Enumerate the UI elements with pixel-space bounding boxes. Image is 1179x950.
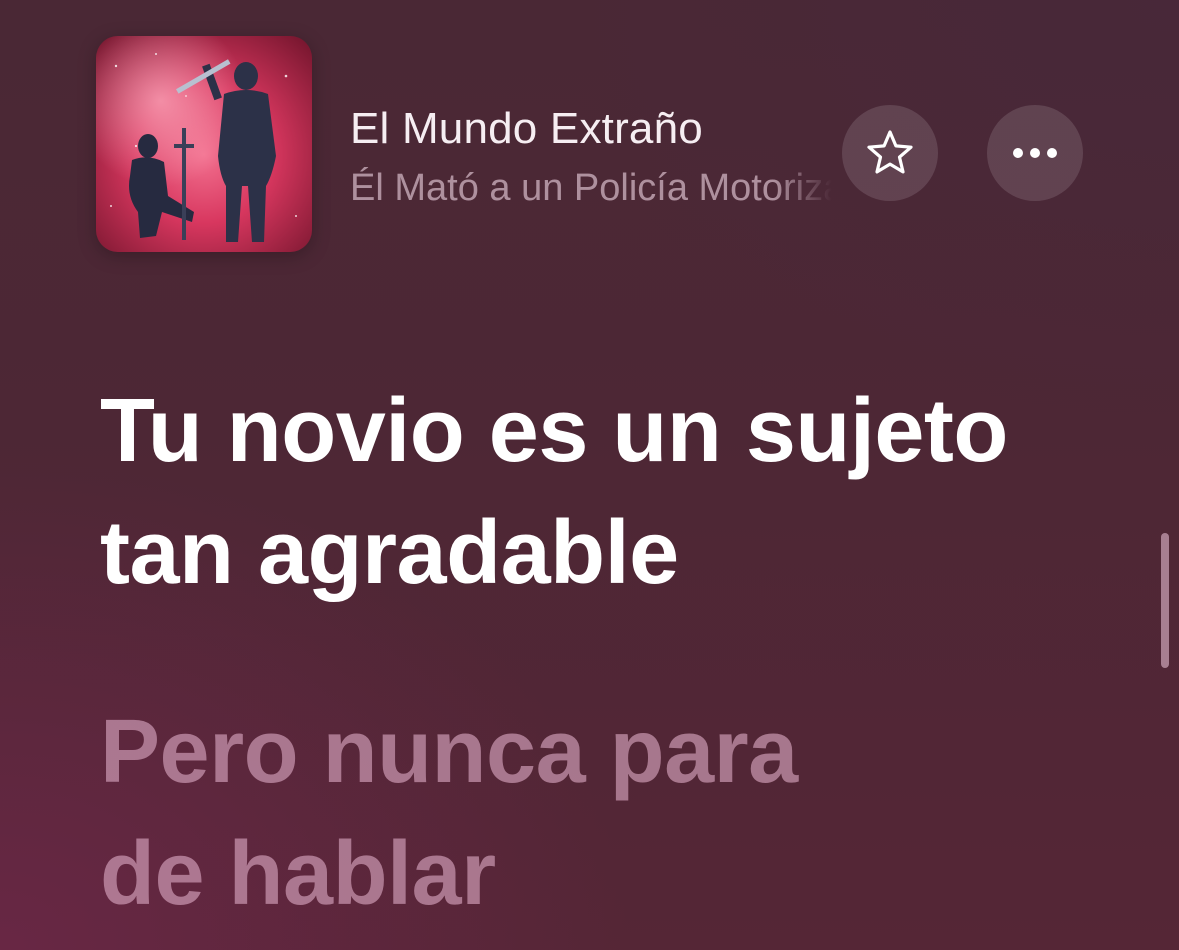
lyric-line: de hablar (100, 824, 496, 924)
favorite-button[interactable] (842, 105, 938, 201)
artist-name[interactable]: Él Mató a un Policía Motorizado (350, 164, 832, 212)
star-icon (867, 130, 913, 174)
album-artwork-image (96, 36, 312, 252)
lyric-current[interactable]: Tu novio es un sujeto tan agradable (100, 370, 1120, 614)
lyric-line: Pero nunca para (100, 702, 798, 802)
now-playing-header: El Mundo Extraño Él Mató a un Policía Mo… (0, 0, 1179, 260)
lyrics-view[interactable]: Tu novio es un sujeto tan agradable Pero… (100, 370, 1120, 935)
song-title[interactable]: El Mundo Extraño (350, 104, 703, 154)
lyric-next[interactable]: Pero nunca para de hablar (100, 691, 1120, 935)
album-artwork[interactable] (96, 36, 312, 252)
artist-name-container[interactable]: Él Mató a un Policía Motorizado (350, 164, 832, 216)
scroll-indicator[interactable] (1161, 533, 1169, 668)
ellipsis-icon (1013, 148, 1057, 158)
more-options-button[interactable] (987, 105, 1083, 201)
lyric-line: tan agradable (100, 503, 679, 603)
lyric-line: Tu novio es un sujeto (100, 381, 1008, 481)
